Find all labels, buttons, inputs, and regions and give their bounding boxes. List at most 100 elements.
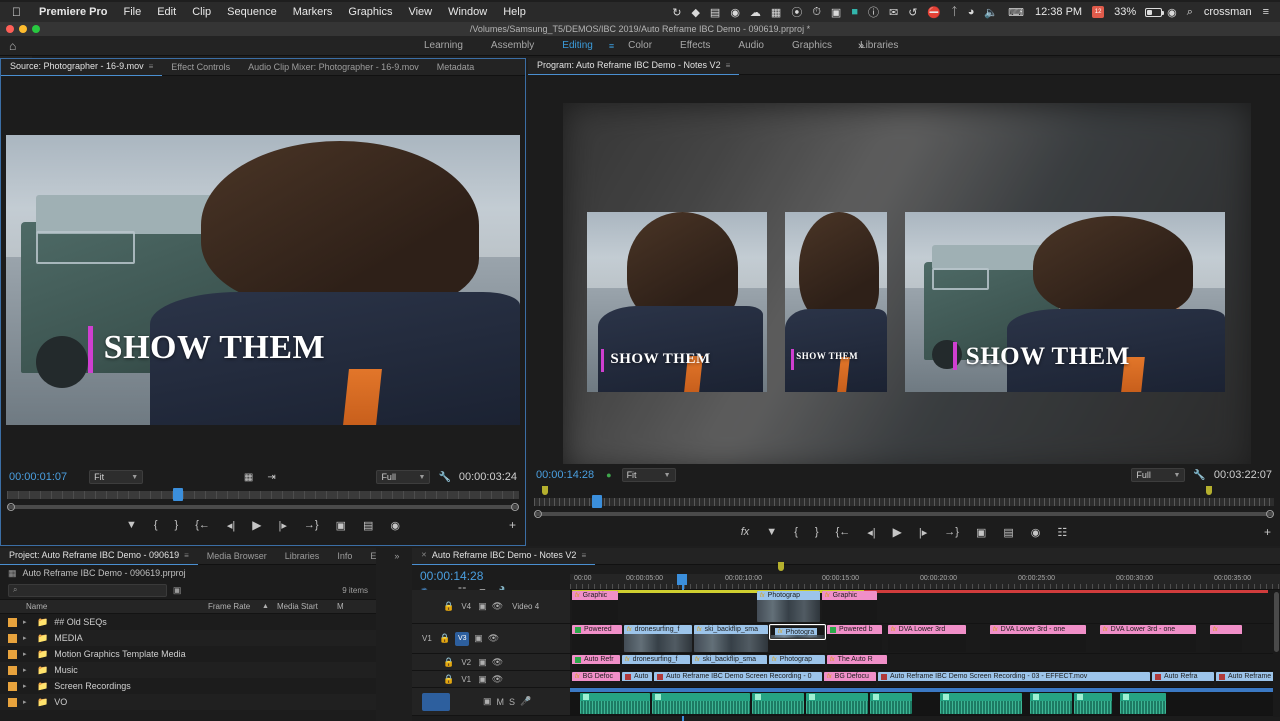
track-body-v1[interactable]: fx BG Defoc Auto Auto Reframe IBC Demo Sc… [570, 671, 1280, 687]
add-marker-icon[interactable]: ▼ [766, 526, 777, 538]
track-header-v1[interactable]: 🔒 V1 ▣ 👁 [412, 671, 570, 687]
timeline-track-v2[interactable]: 🔒 V2 ▣ 👁 Auto Refr fx dronesurfing_f fx sk… [412, 654, 1280, 671]
menu-window[interactable]: Window [440, 6, 495, 18]
chevron-right-icon[interactable]: ▸ [23, 618, 31, 626]
timeline-audio-clip[interactable] [752, 693, 804, 714]
program-zoom-select[interactable]: Fit ▼ [621, 468, 676, 482]
timeline-clip[interactable]: fx Graphic [822, 591, 877, 622]
do-not-disturb-icon[interactable]: ⛔ [922, 6, 946, 19]
tab-libraries[interactable]: Libraries [276, 548, 329, 565]
tab-info[interactable]: Info [328, 548, 361, 565]
menu-graphics[interactable]: Graphics [340, 6, 400, 18]
mark-in-icon[interactable]: { [154, 519, 158, 531]
source-zoom-knob-right[interactable] [511, 503, 519, 511]
keyboard-icon[interactable]: ⌨ [1003, 6, 1029, 19]
mark-out-icon[interactable]: } [175, 519, 179, 531]
screen-record-icon[interactable]: ▣ [826, 6, 846, 19]
tab-audio-clip-mixer[interactable]: Audio Clip Mixer: Photographer - 16-9.mo… [239, 59, 428, 76]
tab-media-browser[interactable]: Media Browser [198, 548, 276, 565]
timeline-audio-clip[interactable] [652, 693, 750, 714]
menu-file[interactable]: File [115, 6, 149, 18]
solo-button[interactable]: S [509, 697, 515, 707]
info-icon[interactable]: ⓘ [863, 4, 884, 20]
source-video-area[interactable]: SHOW THEM [1, 76, 525, 483]
menu-sequence[interactable]: Sequence [219, 6, 285, 18]
timeline-clip[interactable]: Auto Reframe IBC Demo Screen Recording -… [878, 672, 1150, 686]
timeline-clip[interactable]: Auto Reframe IBC [1216, 672, 1280, 686]
mark-out-icon[interactable]: } [815, 526, 819, 538]
siri-icon[interactable]: ◉ [1162, 6, 1182, 19]
timeline-clip[interactable]: fx The Auto R [827, 655, 887, 669]
sync-lock-icon[interactable]: ▣ [478, 601, 487, 612]
battery-percent[interactable]: 33% [1108, 6, 1142, 18]
menu-app-name[interactable]: Premiere Pro [31, 6, 115, 18]
step-forward-icon[interactable]: |▸ [919, 526, 927, 539]
list-item[interactable]: ▸ 📁 ## Old SEQs [0, 614, 376, 630]
chevron-right-icon[interactable]: ▸ [23, 650, 31, 658]
search-input[interactable]: ⌕ [8, 583, 167, 597]
program-playhead[interactable] [592, 495, 602, 508]
source-settings-icon[interactable]: ▦ [244, 472, 253, 483]
panel-menu-icon[interactable]: ≡ [149, 58, 154, 75]
go-to-out-icon[interactable]: →} [304, 519, 319, 531]
go-to-out-icon[interactable]: →} [944, 526, 959, 538]
timeline-audio-clip[interactable] [1074, 693, 1112, 714]
timeline-audio-clip[interactable] [580, 693, 650, 714]
list-item[interactable]: ▸ 📁 Motion Graphics Template Media [0, 646, 376, 662]
source-track-indicator-a1[interactable] [422, 692, 450, 711]
comparison-view-icon[interactable]: ☷ [1057, 526, 1067, 539]
timeline-clip[interactable]: fx BG Defoc [572, 672, 620, 686]
workspace-tab-editing[interactable]: Editing [548, 40, 607, 51]
dropbox-icon[interactable]: ◆ [686, 6, 704, 19]
cloud-icon[interactable]: ☁ [745, 6, 766, 19]
tab-effect-controls[interactable]: Effect Controls [162, 59, 239, 76]
sync-lock-icon[interactable]: ▣ [478, 674, 487, 685]
timeline-clip[interactable]: Auto [622, 672, 652, 686]
tab-metadata[interactable]: Metadata [428, 59, 484, 76]
program-zoom-bar[interactable] [534, 509, 1274, 519]
menubar-clock[interactable]: 12:38 PM [1029, 6, 1088, 18]
close-icon[interactable]: ✕ [421, 547, 427, 564]
chevron-right-icon[interactable]: ▸ [23, 698, 31, 706]
timeline-clip[interactable]: fx ski_backflip_sma [694, 625, 768, 652]
sync-lock-icon[interactable]: ▣ [478, 657, 487, 668]
eye-icon[interactable]: 👁 [492, 657, 503, 668]
go-to-in-icon[interactable]: {← [195, 519, 210, 531]
tab-source-monitor[interactable]: Source: Photographer - 16-9.mov ≡ [1, 58, 163, 76]
menu-help[interactable]: Help [495, 6, 534, 18]
timemachine-icon[interactable]: ↺ [903, 6, 922, 19]
mail-icon[interactable]: ✉ [884, 6, 903, 19]
menubar-user[interactable]: crossman [1198, 6, 1258, 18]
filter-bin-icon[interactable]: ▣ [173, 585, 182, 596]
track-header-v3[interactable]: V1 🔒 V3 ▣ 👁 [412, 624, 570, 653]
fx-icon[interactable]: fx [741, 526, 750, 538]
program-timecode[interactable]: 00:00:14:28 [536, 469, 594, 481]
timeline-clip[interactable]: fx Photograp [757, 591, 820, 622]
program-scrubber[interactable] [534, 495, 1274, 509]
workspace-tab-learning[interactable]: Learning [410, 40, 477, 51]
source-zoom-bar[interactable] [7, 502, 519, 512]
sync-lock-icon[interactable]: ▣ [474, 633, 483, 644]
mark-in-icon[interactable]: { [794, 526, 798, 538]
program-zoom-knob-left[interactable] [534, 510, 542, 518]
lock-icon[interactable]: 🔒 [443, 657, 454, 668]
source-playhead[interactable] [173, 488, 183, 501]
track-body-v2[interactable]: Auto Refr fx dronesurfing_f fx ski_backfli… [570, 654, 1280, 670]
track-header-v4[interactable]: 🔒 V4 ▣ 👁 Video 4 [412, 590, 570, 623]
chevron-right-icon[interactable]: ▸ [23, 682, 31, 690]
list-item[interactable]: ▸ 📁 MEDIA [0, 630, 376, 646]
step-back-icon[interactable]: ◂| [867, 526, 875, 539]
export-frame-icon[interactable]: ◉ [1031, 526, 1041, 539]
source-wrench-icon[interactable]: 🔧 [438, 472, 450, 483]
track-body-v3[interactable]: Powered fx dronesurfing_f fx ski_backflip_… [570, 624, 1280, 653]
sync-lock-icon[interactable]: ▣ [483, 696, 492, 707]
timeline-clip[interactable]: fx ski_backflip_sma [692, 655, 767, 669]
workspace-tab-assembly[interactable]: Assembly [477, 40, 548, 51]
timeline-clip[interactable]: Powered [572, 625, 622, 652]
at-icon[interactable]: ◉ [725, 6, 745, 19]
out-point-marker[interactable] [1206, 486, 1212, 495]
lift-icon[interactable]: ▣ [976, 526, 986, 539]
source-zoom-knob-left[interactable] [7, 503, 15, 511]
clock-icon[interactable]: ⏱ [807, 6, 826, 19]
tab-program-monitor[interactable]: Program: Auto Reframe IBC Demo - Notes V… [528, 58, 740, 75]
